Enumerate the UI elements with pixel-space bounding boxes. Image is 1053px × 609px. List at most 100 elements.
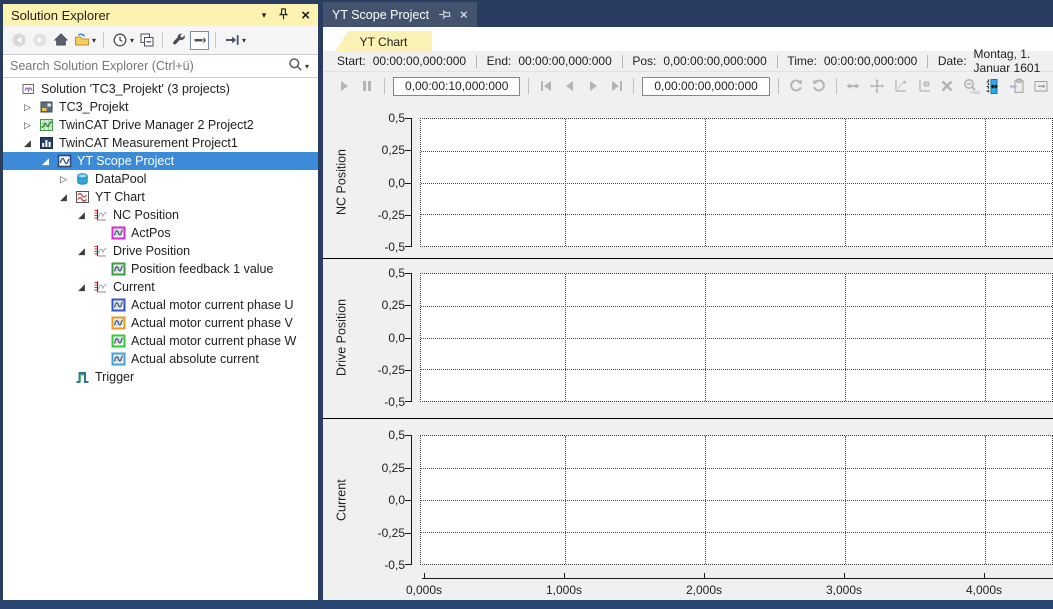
tree-expand-icon[interactable]: ▷	[22, 102, 39, 113]
document-tab-label: YT Scope Project	[332, 8, 429, 22]
collapse-all-icon[interactable]	[137, 31, 156, 50]
step-forward-icon[interactable]	[583, 77, 602, 95]
toolbar-separator	[633, 78, 634, 94]
tree-expand-icon[interactable]: ▷	[22, 120, 39, 131]
solution-explorer-titlebar[interactable]: Solution Explorer ▾ ×	[3, 4, 318, 26]
toolbar-separator	[836, 78, 837, 94]
tree-item[interactable]: ◢NC Position	[3, 206, 318, 224]
copy-clipboard-icon[interactable]	[1008, 77, 1027, 95]
fit-horizontal-icon[interactable]	[844, 77, 863, 95]
tree-collapse-icon[interactable]: ◢	[40, 156, 57, 167]
pin-icon[interactable]	[277, 7, 290, 23]
pan-x-icon[interactable]	[985, 77, 1004, 95]
wave-lightblue-icon	[111, 352, 126, 366]
tree-item[interactable]: ▷TC3_Projekt	[3, 98, 318, 116]
tree-collapse-icon[interactable]: ◢	[58, 192, 75, 203]
tree-item[interactable]: ▷TwinCAT Drive Manager 2 Project2	[3, 116, 318, 134]
search-icon[interactable]	[288, 57, 303, 75]
x-axis-tick-label: 3,000s	[809, 583, 879, 597]
tab-close-icon[interactable]: ×	[460, 7, 468, 22]
tree-item[interactable]: Solution 'TC3_Projekt' (3 projects)	[3, 80, 318, 98]
vertical-grid-line	[985, 119, 986, 246]
cursor-position-input[interactable]: 0,00:00:00,000:000	[642, 77, 770, 96]
tree-item[interactable]: ▷DataPool	[3, 170, 318, 188]
toolbar-separator	[103, 32, 104, 48]
y-axis-tick-mark	[405, 305, 411, 306]
tree-item[interactable]: Trigger	[3, 368, 318, 386]
y-axis-tick-mark	[405, 370, 411, 371]
cursor-data-icon[interactable]	[914, 77, 933, 95]
y-axis-tick-label: -0,25	[343, 526, 405, 540]
document-tab[interactable]: YT Scope Project ×	[323, 2, 477, 27]
y-axis-tick-mark	[405, 401, 411, 402]
x-axis-tick-mark	[564, 573, 565, 578]
pending-changes-filter-icon[interactable]	[110, 31, 129, 50]
back-icon[interactable]	[9, 31, 28, 50]
cursor-free-icon[interactable]	[891, 77, 910, 95]
redo-zoom-icon[interactable]	[809, 77, 828, 95]
tree-collapse-icon[interactable]: ◢	[22, 138, 39, 149]
forward-icon[interactable]	[30, 31, 49, 50]
tree-item[interactable]: ◢YT Scope Project	[3, 152, 318, 170]
switch-views-dropdown-icon[interactable]: ▾	[92, 36, 96, 45]
tree-item[interactable]: ActPos	[3, 224, 318, 242]
pending-changes-dropdown-icon[interactable]: ▾	[130, 36, 134, 45]
tree-collapse-icon[interactable]: ◢	[76, 246, 93, 257]
axis-icon	[93, 280, 108, 294]
status-label: Pos:	[632, 54, 656, 68]
tree-item[interactable]: Actual motor current phase W	[3, 332, 318, 350]
tree-expand-icon[interactable]: ▷	[58, 174, 75, 185]
tree-item[interactable]: Actual motor current phase U	[3, 296, 318, 314]
record-time-input[interactable]: 0,00:00:10,000:000	[393, 77, 521, 96]
y-axis-tick-mark	[405, 183, 411, 184]
tree-item[interactable]: ◢TwinCAT Measurement Project1	[3, 134, 318, 152]
sync-dropdown-icon[interactable]: ▾	[242, 36, 246, 45]
tab-pin-icon[interactable]	[438, 8, 451, 21]
skip-start-icon[interactable]	[536, 77, 555, 95]
tree-item[interactable]: Position feedback 1 value	[3, 260, 318, 278]
toolbar-separator	[528, 78, 529, 94]
plot-area[interactable]	[420, 435, 1053, 565]
y-axis-tick-label: -0,25	[343, 363, 405, 377]
y-axis-tick-mark	[405, 500, 411, 501]
plot-area[interactable]	[420, 118, 1053, 247]
preview-selected-items-icon[interactable]	[190, 31, 209, 50]
search-box[interactable]: Search Solution Explorer (Ctrl+ü) ▾	[3, 54, 318, 78]
tree-collapse-icon[interactable]: ◢	[76, 210, 93, 221]
tree-collapse-icon[interactable]: ◢	[76, 282, 93, 293]
wave-blue-icon	[111, 298, 126, 312]
play-icon[interactable]	[334, 77, 353, 95]
delete-cursors-icon[interactable]	[938, 77, 957, 95]
search-options-dropdown-icon[interactable]: ▾	[305, 62, 309, 71]
zoom-max-icon[interactable]: max	[961, 77, 980, 95]
search-input[interactable]: Search Solution Explorer (Ctrl+ü)	[10, 59, 194, 73]
x-axis-line	[422, 578, 1053, 579]
tree-item[interactable]: Actual absolute current	[3, 350, 318, 368]
tree-item[interactable]: ◢YT Chart	[3, 188, 318, 206]
fit-all-icon[interactable]	[867, 77, 886, 95]
close-icon[interactable]: ×	[301, 8, 310, 23]
measurement-icon	[39, 136, 54, 150]
vertical-grid-line	[705, 436, 706, 564]
properties-wrench-icon[interactable]	[169, 31, 188, 50]
skip-end-icon[interactable]	[607, 77, 626, 95]
export-chart-icon[interactable]	[1032, 77, 1051, 95]
sync-with-active-document-icon[interactable]	[222, 31, 241, 50]
home-icon[interactable]	[51, 31, 70, 50]
undo-zoom-icon[interactable]	[786, 77, 805, 95]
window-menu-icon[interactable]: ▾	[262, 11, 267, 20]
tree-item[interactable]: ◢Drive Position	[3, 242, 318, 260]
step-back-icon[interactable]	[560, 77, 579, 95]
switch-views-icon[interactable]	[72, 31, 91, 50]
tree-item[interactable]: Actual motor current phase V	[3, 314, 318, 332]
yt-chart-tab[interactable]: YT Chart	[335, 31, 432, 52]
x-axis-tick-mark	[984, 573, 985, 578]
tree-item-label: Actual motor current phase V	[131, 314, 293, 332]
plot-area[interactable]	[420, 273, 1053, 402]
wave-orange-icon	[111, 316, 126, 330]
x-axis-tick-mark	[424, 573, 425, 578]
toolbar-separator	[215, 32, 216, 48]
pause-icon[interactable]	[357, 77, 376, 95]
tree-item[interactable]: ◢Current	[3, 278, 318, 296]
status-label: End:	[487, 54, 512, 68]
